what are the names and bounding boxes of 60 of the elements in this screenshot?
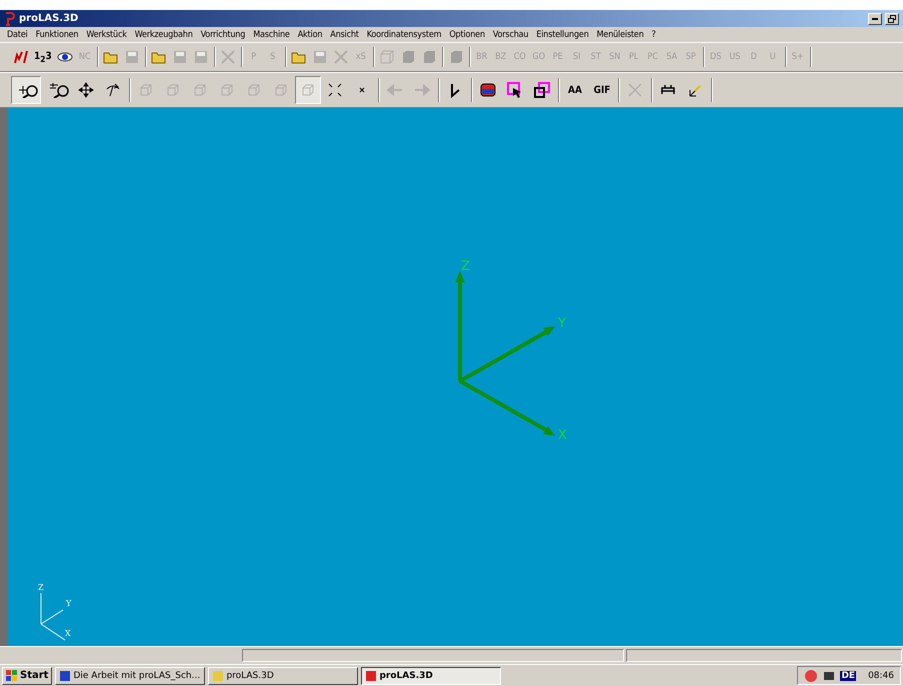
select-icon [507, 82, 523, 98]
menu-item[interactable]: Einstellungen [532, 30, 593, 40]
language-indicator[interactable]: DE [840, 670, 856, 680]
menu-item[interactable]: Datei [3, 30, 32, 40]
cross-icon [332, 49, 349, 65]
app-logo-icon [4, 12, 16, 26]
right-arrow-icon [414, 82, 430, 98]
clock: 08:46 [868, 670, 894, 680]
menu-item[interactable]: Werkzeugbahn [130, 30, 197, 40]
axis-label: X [65, 629, 71, 638]
restore-button[interactable] [885, 12, 899, 24]
toolbar-button[interactable]: AA [562, 76, 588, 104]
graph-icon [13, 49, 29, 65]
restore-icon [888, 14, 896, 22]
menu-item[interactable]: Ansicht [326, 30, 363, 40]
cross-icon [627, 82, 643, 98]
windows-logo-icon [6, 670, 18, 682]
save-icon [312, 49, 328, 65]
start-button[interactable]: Start [2, 666, 52, 684]
menu-item[interactable]: Maschine [249, 30, 294, 40]
save-icon [192, 49, 209, 65]
axis-label: Z [461, 259, 470, 274]
mini-axes-drawing [40, 592, 66, 640]
menu-item[interactable]: ? [648, 30, 660, 40]
tray-icon [804, 668, 818, 682]
app-icon [365, 670, 378, 682]
frame-icon [534, 82, 550, 98]
axis-label: Y [66, 599, 72, 608]
cube-icon [378, 49, 395, 65]
rotate-icon [105, 82, 121, 98]
menu-item[interactable]: Vorschau [488, 30, 532, 40]
left-arrow-icon [387, 82, 403, 98]
save-icon [124, 49, 140, 65]
toolbar-button[interactable]: 1$_{2}$3 [32, 47, 54, 67]
app-icon [59, 670, 72, 682]
taskbar-button[interactable]: proLAS.3D [361, 666, 502, 684]
taskbar-button[interactable]: Die Arbeit mit proLAS_Sch... [55, 666, 206, 684]
menu-item[interactable]: Vorrichtung [196, 30, 250, 40]
save-icon [172, 49, 188, 65]
app-icon [212, 670, 224, 682]
axis-label: X [558, 428, 567, 443]
axis-label: Y [558, 316, 566, 331]
menu-item[interactable]: Aktion [294, 30, 326, 40]
color-box-icon [480, 82, 496, 98]
window-title: proLAS.3D [19, 13, 78, 24]
menu-item[interactable]: Optionen [445, 30, 489, 40]
box-iso-icon [300, 82, 316, 98]
minimize-icon [872, 18, 878, 20]
fit-icon [327, 82, 343, 98]
toolbar-button[interactable] [11, 76, 41, 104]
axis-label: Z [38, 583, 44, 592]
menu-item[interactable]: Menüleisten [592, 30, 648, 40]
taskbar-button[interactable]: proLAS.3D [208, 666, 358, 684]
menu-item[interactable]: Koordinatensystem [362, 30, 446, 40]
toolbar-button[interactable]: GIF [589, 76, 615, 104]
move-icon [78, 82, 94, 98]
minimize-button[interactable] [868, 12, 882, 24]
menu-item[interactable]: Werkstück [82, 30, 131, 40]
menu-item[interactable]: Funktionen [32, 30, 82, 40]
cross-icon [220, 49, 236, 65]
